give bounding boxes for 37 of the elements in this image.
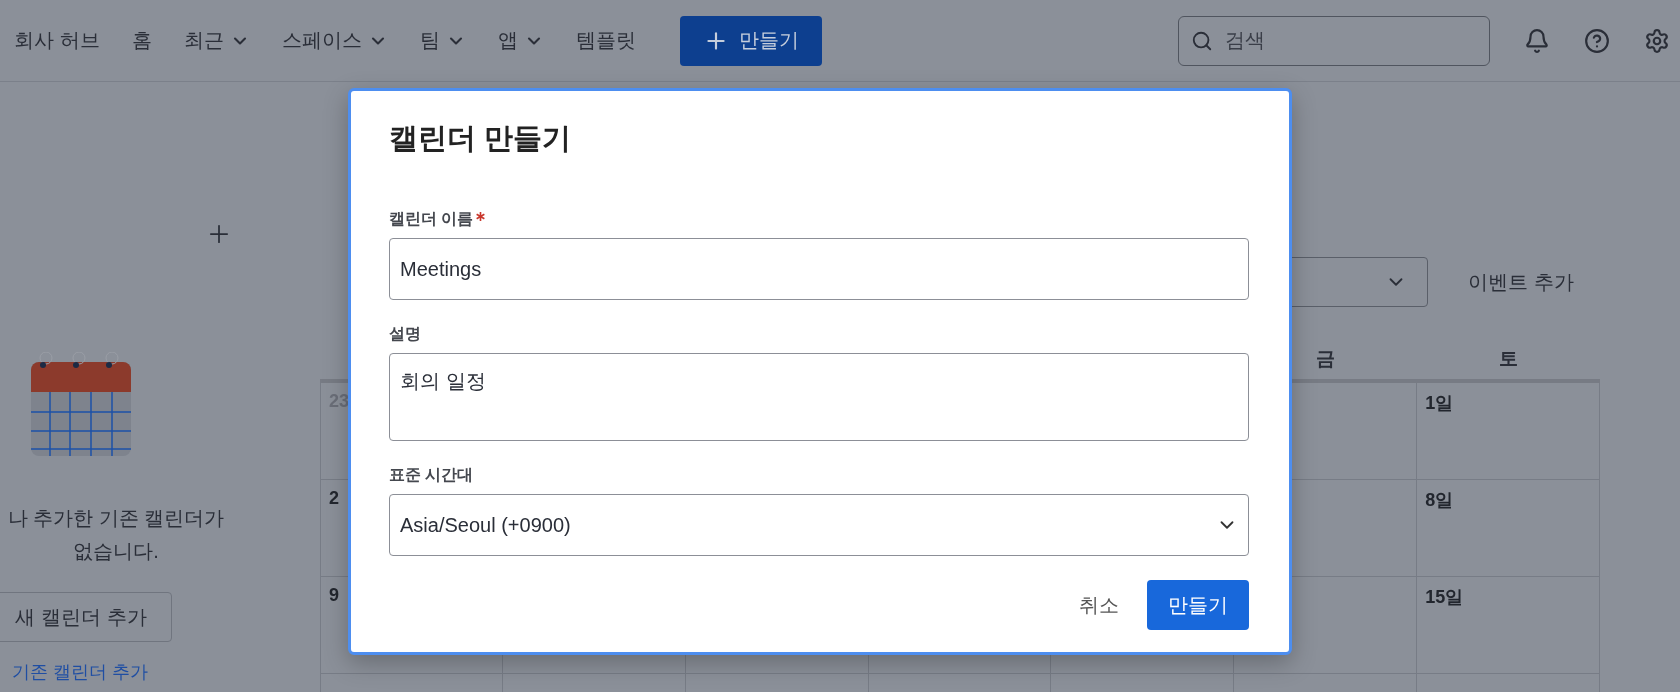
calendar-day-cell[interactable]: 15일 [1417, 577, 1600, 674]
description-field[interactable]: 회의 일정 [389, 353, 1249, 441]
create-button[interactable]: 만들기 [679, 15, 822, 66]
nav-menu-item[interactable]: 회사 허브 [14, 27, 100, 54]
calendar-day-cell[interactable]: 8일 [1417, 480, 1600, 577]
name-input-field[interactable]: Meetings [389, 238, 1249, 300]
nav-menu-item[interactable]: 최근 [183, 27, 250, 54]
nav-menu-item[interactable]: 스페이스 [281, 27, 388, 54]
field-label: 설명 [389, 324, 421, 344]
nav-menu-item[interactable]: 팀 [419, 27, 466, 54]
settings-icon[interactable] [1644, 27, 1670, 54]
new-calendar-button[interactable]: 새 캘린더 추가 [0, 592, 172, 642]
help-icon[interactable] [1584, 27, 1610, 54]
dialog-title: 캘린더 만들기 [389, 121, 573, 156]
nav-menu-item[interactable]: 템플릿 [575, 27, 636, 54]
search-icon [1191, 29, 1213, 52]
notification-bell-icon[interactable] [1524, 27, 1550, 54]
weekday-header: 토 [1499, 347, 1519, 371]
empty-state-text: 나 추가한 기존 캘린더가 없습니다. [6, 506, 226, 564]
field-label: 표준 시간대 [389, 465, 474, 485]
weekday-header: 금 [1316, 347, 1336, 371]
add-event-button[interactable]: 이벤트 추가 [1462, 267, 1580, 297]
day-number: 15일 [1425, 587, 1464, 607]
required-asterisk-icon [476, 212, 486, 221]
timezone-select[interactable]: Asia/Seoul (+0900) [389, 494, 1249, 556]
day-number: 9 [329, 585, 339, 605]
nav-menu-item[interactable]: 앱 [497, 27, 544, 54]
field-label: 캘린더 이름 [389, 209, 474, 229]
day-number: 1일 [1425, 393, 1454, 413]
nav-menu-item[interactable]: 홈 [131, 27, 152, 54]
existing-calendar-link[interactable]: 기존 캘린더 추가 [12, 660, 148, 684]
day-number: 8일 [1425, 490, 1454, 510]
calendar-day-cell[interactable]: 1일 [1417, 383, 1600, 480]
cancel-button[interactable]: 취소 [1073, 590, 1125, 620]
day-number: 2 [329, 488, 339, 508]
create-button[interactable]: 만들기 [1147, 580, 1249, 630]
search-field[interactable]: 검색 [1178, 15, 1490, 66]
